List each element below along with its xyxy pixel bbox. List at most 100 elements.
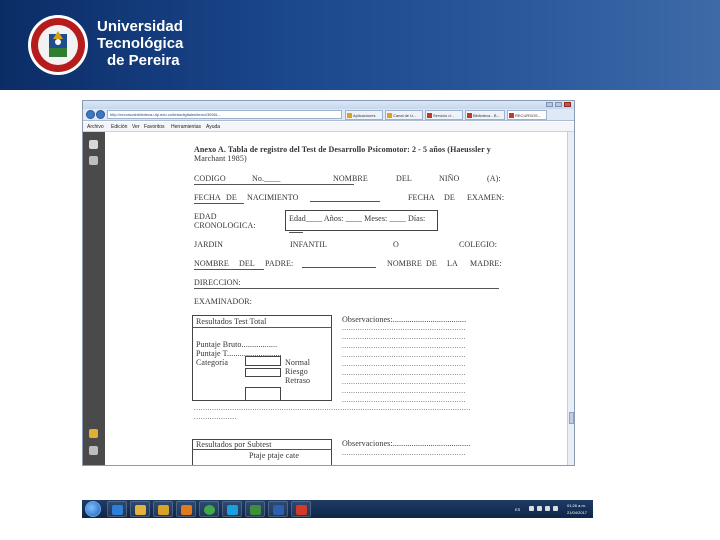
print-icon[interactable]: [89, 140, 98, 149]
doc-heading-line-2: Marchant 1985): [194, 154, 247, 163]
padre-label-2: DEL: [239, 259, 255, 268]
logo-line-2: Tecnológica: [97, 35, 184, 52]
taskbar-app-item[interactable]: [245, 501, 265, 517]
menu-favoritos[interactable]: Favoritos: [144, 124, 165, 130]
close-window-button[interactable]: [564, 102, 571, 107]
no-label: No.____: [252, 174, 281, 183]
retraso-checkbox: [245, 387, 281, 401]
comment-icon[interactable]: [89, 429, 98, 438]
del-label: DEL: [396, 174, 412, 183]
scrollbar-thumb[interactable]: [569, 412, 574, 424]
clock-time[interactable]: 01:26 a.m.: [567, 503, 586, 508]
menu-ayuda[interactable]: Ayuda: [206, 124, 220, 130]
a-label: (A):: [487, 174, 501, 183]
fecha-nac-label-2: DE: [226, 193, 237, 202]
madre-label-2: DE: [426, 259, 437, 268]
taskbar-word-item[interactable]: [268, 501, 288, 517]
tab-label: Servicio d...: [433, 113, 454, 118]
pdf-reader-icon: [296, 505, 307, 515]
fecha-exam-label-2: DE: [444, 193, 455, 202]
padre-label-1: NOMBRE: [194, 259, 229, 268]
fecha-short-underline: [194, 203, 244, 204]
menu-archivo[interactable]: Archivo: [87, 124, 104, 130]
tray-flag-icon[interactable]: [537, 506, 542, 511]
windows-taskbar: ES 01:26 a.m. 21/04/2017: [82, 500, 593, 518]
maximize-button[interactable]: [555, 102, 562, 107]
tab-canal[interactable]: Canal de U...: [385, 110, 423, 120]
taskbar-pdf-item[interactable]: [291, 501, 311, 517]
riesgo-checkbox: [245, 368, 281, 377]
taskbar-ie-item[interactable]: [107, 501, 127, 517]
colegio-label: COLEGIO:: [459, 240, 498, 249]
tab-label: RECURSOS...: [515, 113, 542, 118]
taskbar-skype-item[interactable]: [222, 501, 242, 517]
pdf-document-page: Anexo A. Tabla de registro del Test de D…: [105, 132, 569, 465]
tab-aplicaciones[interactable]: Aplicaciones: [345, 110, 383, 120]
university-seal-logo: [28, 15, 88, 75]
tab-biblioteca[interactable]: Biblioteca - B...: [465, 110, 505, 120]
clock-date[interactable]: 21/04/2017: [567, 510, 587, 515]
language-indicator[interactable]: ES: [515, 507, 520, 512]
chrome-icon: [204, 505, 215, 515]
fecha-nac-label-3: NACIMIENTO: [247, 193, 299, 202]
doc-heading-line-1: Anexo A. Tabla de registro del Test de D…: [194, 145, 491, 154]
normal-checkbox: [245, 356, 281, 366]
minimize-button[interactable]: [546, 102, 553, 107]
tab-servicio[interactable]: Servicio d...: [425, 110, 463, 120]
madre-label-4: MADRE:: [470, 259, 502, 268]
padre-label-3: PADRE:: [265, 259, 294, 268]
observaciones-line: ........................................…: [342, 378, 466, 386]
tab-favicon-icon: [427, 113, 432, 118]
forward-arrow-icon[interactable]: [96, 110, 105, 119]
header-banner: Universidad Tecnológica de Pereira: [0, 0, 720, 90]
taskbar-folder-item[interactable]: [130, 501, 150, 517]
media-player-icon: [181, 505, 192, 515]
tab-recursos[interactable]: RECURSOS...: [507, 110, 547, 120]
back-arrow-icon[interactable]: [86, 110, 95, 119]
internet-explorer-icon: [112, 505, 123, 515]
attachment-icon[interactable]: [89, 446, 98, 455]
madre-label-3: LA: [447, 259, 458, 268]
riesgo-label: Riesgo: [285, 367, 308, 376]
resultados-total-divider: [192, 327, 332, 328]
jardin-label: JARDIN: [194, 240, 224, 249]
menu-herramientas[interactable]: Herramientas: [171, 124, 201, 130]
resultados-subtest-title: Resultados por Subtest: [196, 440, 272, 449]
codigo-label: CODIGO: [194, 174, 226, 183]
cronologica-label: CRONOLOGICA:: [194, 221, 256, 230]
taskbar-media-item[interactable]: [176, 501, 196, 517]
menu-edicion[interactable]: Edición: [111, 124, 127, 130]
infantil-label: INFANTIL: [290, 240, 328, 249]
folder-icon: [135, 505, 146, 515]
tray-volume-icon[interactable]: [553, 506, 558, 511]
o-label: O: [393, 240, 399, 249]
edad-label: EDAD: [194, 212, 217, 221]
fecha-nac-underline: [310, 201, 380, 202]
examinador-label: EXAMINADOR:: [194, 297, 252, 306]
menu-ver[interactable]: Ver: [132, 124, 140, 130]
fecha-nac-label-1: FECHA: [194, 193, 221, 202]
url-input[interactable]: http://recursosbiblioteca.utp.edu.co/tes…: [107, 110, 342, 119]
madre-label-1: NOMBRE: [387, 259, 422, 268]
nombre-label: NOMBRE: [333, 174, 368, 183]
tab-favicon-icon: [347, 113, 352, 118]
university-name: Universidad Tecnológica de Pereira: [97, 18, 183, 69]
logo-line-3: de Pereira: [107, 52, 180, 69]
skype-icon: [227, 505, 238, 515]
observaciones-short-line: ...................: [194, 413, 237, 421]
tray-arrow-icon[interactable]: [529, 506, 534, 511]
observaciones2-line: ........................................…: [342, 449, 466, 457]
vertical-scrollbar[interactable]: [567, 132, 574, 465]
fecha-exam-label-1: FECHA: [408, 193, 435, 202]
window-titlebar: [83, 101, 574, 109]
browser-screenshot: http://recursosbiblioteca.utp.edu.co/tes…: [82, 100, 575, 466]
tray-network-icon[interactable]: [545, 506, 550, 511]
start-button[interactable]: [85, 501, 101, 517]
categoria-label: Categoría: [196, 358, 228, 367]
tab-favicon-icon: [509, 113, 514, 118]
download-icon[interactable]: [89, 156, 98, 165]
presentation-slide: Universidad Tecnológica de Pereira http:…: [0, 0, 720, 540]
pdf-side-panel: [83, 132, 105, 465]
taskbar-explorer-item[interactable]: [153, 501, 173, 517]
taskbar-chrome-item[interactable]: [199, 501, 219, 517]
